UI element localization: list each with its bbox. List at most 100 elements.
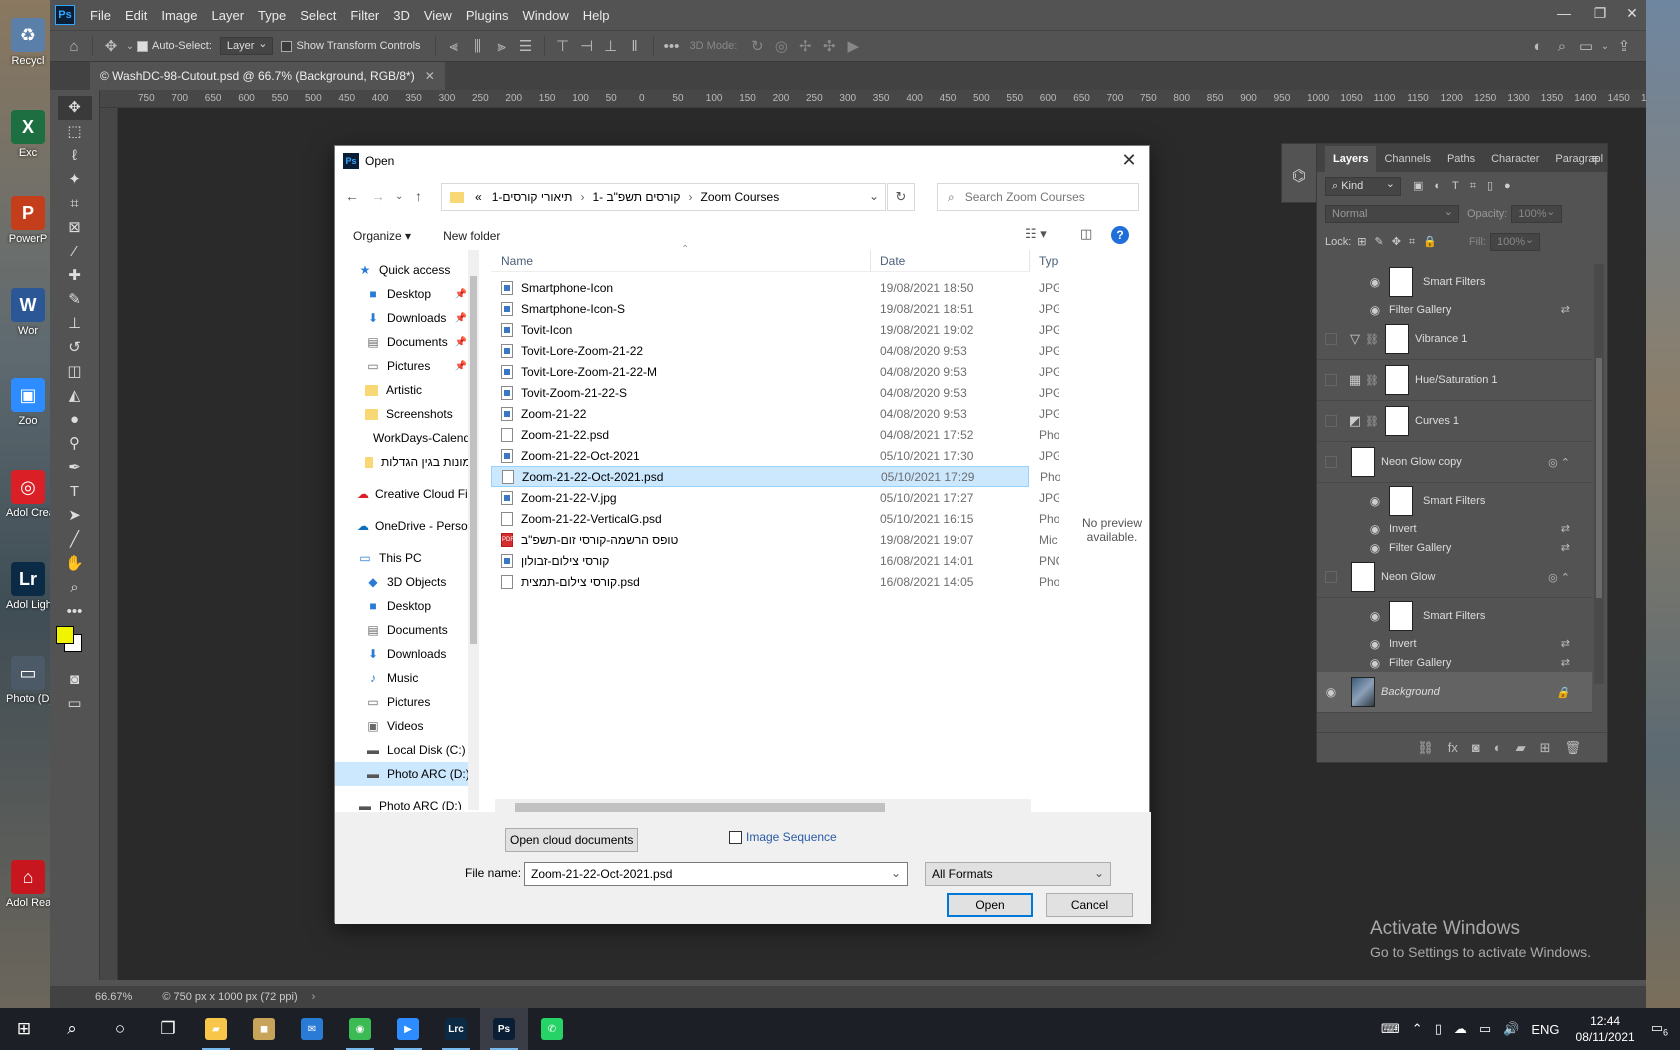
marquee-tool-icon[interactable]: ⬚ xyxy=(58,120,92,144)
adjustment-layer[interactable]: ▽ ⛓ Vibrance 1 xyxy=(1317,319,1592,360)
more-tools-icon[interactable]: ••• xyxy=(58,600,92,624)
menu-type[interactable]: Type xyxy=(251,8,293,23)
visibility-toggle[interactable] xyxy=(1325,456,1337,468)
link-icon[interactable]: ⛓ xyxy=(1365,333,1379,346)
taskbar-zoom-button[interactable]: ▶ xyxy=(384,1008,432,1050)
path-select-icon[interactable]: ➤ xyxy=(58,504,92,528)
type-tool-icon[interactable]: T xyxy=(58,480,92,504)
line-tool-icon[interactable]: ╱ xyxy=(58,528,92,552)
nav-item[interactable]: Artistic xyxy=(335,378,479,402)
eraser-icon[interactable]: ◫ xyxy=(58,360,92,384)
taskbar-lightroom-classic-button[interactable]: Lrc xyxy=(432,1008,480,1050)
visibility-toggle[interactable] xyxy=(1325,333,1337,345)
smart-filter-row[interactable]: ◉ Smart Filters xyxy=(1317,264,1592,300)
taskbar-start-button[interactable]: ⊞ xyxy=(0,1008,48,1050)
menu-3d[interactable]: 3D xyxy=(386,8,417,23)
nav-item[interactable]: ▤ Documents 📌 xyxy=(335,330,479,354)
breadcrumb-chevron-icon[interactable]: › xyxy=(580,190,584,204)
search-box[interactable]: ⌕ Search Zoom Courses xyxy=(937,183,1139,211)
nav-item[interactable]: ▬ Photo ARC (D:) xyxy=(335,762,479,786)
menu-view[interactable]: View xyxy=(417,8,459,23)
panel-tab-paragrapl[interactable]: Paragrapl xyxy=(1547,146,1611,172)
filter-type-icons[interactable]: ▣◐T⌗▯● xyxy=(1413,179,1522,193)
document-tab[interactable]: © WashDC-98-Cutout.psd @ 66.7% (Backgrou… xyxy=(90,62,445,90)
breadcrumb-item[interactable]: תיאורי קורסים-1 xyxy=(492,190,573,204)
delete-layer-icon[interactable]: 🗑 xyxy=(1564,740,1581,756)
close-icon[interactable]: ✕ xyxy=(1614,0,1650,26)
notifications-icon[interactable]: ▭6 xyxy=(1651,1020,1668,1038)
file-row[interactable]: Zoom-21-22-Oct-2021.psd 05/10/2021 17:29 P… xyxy=(491,466,1060,487)
menu-layer[interactable]: Layer xyxy=(205,8,252,23)
smart-object-layer[interactable]: Neon Glow copy ◎ ⌃ xyxy=(1317,442,1592,483)
kind-filter-dropdown[interactable]: ⌕ Kind xyxy=(1325,176,1401,196)
magic-wand-icon[interactable]: ✦ xyxy=(58,168,92,192)
cancel-button[interactable]: Cancel xyxy=(1046,893,1133,917)
opacity-field[interactable]: 100% xyxy=(1511,205,1562,223)
open-cloud-documents-button[interactable]: Open cloud documents xyxy=(505,828,639,852)
taskbar-whatsapp-button[interactable]: ✆ xyxy=(528,1008,576,1050)
screen-mode-icon[interactable]: ▭ xyxy=(58,692,92,716)
file-row[interactable]: PDF טופס הרשמה-קורסי זום-תשפ"ב 19/08/2021 … xyxy=(491,529,1058,550)
menu-image[interactable]: Image xyxy=(154,8,204,23)
pen-tool-icon[interactable]: ✒ xyxy=(58,456,92,480)
nav-item[interactable]: ⬇ Downloads xyxy=(335,642,479,666)
nav-item[interactable]: Screenshots xyxy=(335,402,479,426)
distribute-vertical-icon[interactable]: ‖ xyxy=(623,38,647,55)
paint-bucket-icon[interactable]: ◭ xyxy=(58,384,92,408)
menu-edit[interactable]: Edit xyxy=(118,8,154,23)
link-icon[interactable]: ⛓ xyxy=(1365,415,1379,428)
smart-filter-row[interactable]: ◉ Filter Gallery ⇄ xyxy=(1317,653,1592,672)
format-dropdown-icon[interactable]: ⌄ xyxy=(1094,866,1104,880)
onedrive-icon[interactable]: ☁ xyxy=(1454,1021,1467,1037)
desktop-shortcut[interactable]: ▣ Zoo xyxy=(6,378,50,448)
history-panel-icon[interactable]: ⌬ xyxy=(1282,166,1316,186)
taskbar-task-view-button[interactable]: ❐ xyxy=(144,1008,192,1050)
nav-item[interactable]: ⬇ Downloads 📌 xyxy=(335,306,479,330)
adjustment-layer[interactable]: ▦ ⛓ Hue/Saturation 1 xyxy=(1317,360,1592,401)
menu-filter[interactable]: Filter xyxy=(343,8,386,23)
nav-item[interactable]: ☁ OneDrive - Personal xyxy=(335,514,479,538)
history-brush-icon[interactable]: ↺ xyxy=(58,336,92,360)
lock-icons[interactable]: ⊞✎✥⌗🔒 xyxy=(1357,235,1445,249)
link-layers-icon[interactable]: ⛓ xyxy=(1417,740,1434,756)
smart-object-layer[interactable]: Neon Glow ◎ ⌃ xyxy=(1317,557,1592,598)
forward-icon[interactable]: → xyxy=(371,188,385,204)
eye-icon[interactable]: ◉ xyxy=(1361,522,1389,536)
eye-icon[interactable]: ◉ xyxy=(1317,685,1345,699)
nav-item[interactable]: ★ Quick access xyxy=(335,258,479,282)
breadcrumb-item[interactable]: Zoom Courses xyxy=(701,190,780,204)
home-icon[interactable]: ⌂ xyxy=(62,38,86,55)
smart-filter-row[interactable]: ◉ Filter Gallery ⇄ xyxy=(1317,538,1592,557)
taskbar-chrome-button[interactable]: ◉ xyxy=(336,1008,384,1050)
minimize-icon[interactable]: — xyxy=(1546,0,1582,26)
visibility-toggle[interactable] xyxy=(1325,374,1337,386)
menu-window[interactable]: Window xyxy=(515,8,575,23)
desktop-shortcut[interactable]: P PowerP xyxy=(6,196,50,266)
breadcrumb-chevron-icon[interactable]: › xyxy=(689,190,693,204)
smart-filter-row[interactable]: ◉ Filter Gallery ⇄ xyxy=(1317,300,1592,319)
smart-filter-row[interactable]: ◉ Invert ⇄ xyxy=(1317,634,1592,653)
clock[interactable]: 12:44 08/11/2021 xyxy=(1576,1013,1635,1045)
menu-help[interactable]: Help xyxy=(576,8,617,23)
up-folder-icon[interactable]: ↑ xyxy=(415,188,422,204)
menu-file[interactable]: File xyxy=(83,8,118,23)
refresh-icon[interactable]: ↻ xyxy=(887,183,915,211)
search-icon[interactable]: ⌕ xyxy=(1550,38,1574,55)
panel-tab-character[interactable]: Character xyxy=(1483,146,1547,172)
panel-menu-icon[interactable]: ≡ xyxy=(1591,151,1599,166)
eye-icon[interactable]: ◉ xyxy=(1361,303,1389,317)
align-middle-icon[interactable]: ⊣ xyxy=(575,37,599,55)
taskbar-photoshop-button[interactable]: Ps xyxy=(480,1008,528,1050)
align-top-icon[interactable]: ⊤ xyxy=(551,37,575,55)
status-chevron-icon[interactable]: › xyxy=(312,991,316,1003)
menu-select[interactable]: Select xyxy=(293,8,343,23)
eye-icon[interactable]: ◉ xyxy=(1361,609,1389,623)
language-indicator[interactable]: ENG xyxy=(1531,1022,1559,1037)
desktop-shortcut[interactable]: ◎ Adol Creat xyxy=(6,470,50,540)
share-icon[interactable]: ⇪ xyxy=(1612,37,1636,55)
breadcrumb-item[interactable]: קורסים תשפ"ב -1 xyxy=(592,190,680,204)
image-sequence-checkbox[interactable]: Image Sequence xyxy=(729,830,837,844)
desktop-shortcut[interactable]: Lr Adol Lightr xyxy=(6,562,50,632)
network-icon[interactable]: ▭ xyxy=(1479,1021,1491,1037)
nav-item[interactable]: ♪ Music xyxy=(335,666,479,690)
